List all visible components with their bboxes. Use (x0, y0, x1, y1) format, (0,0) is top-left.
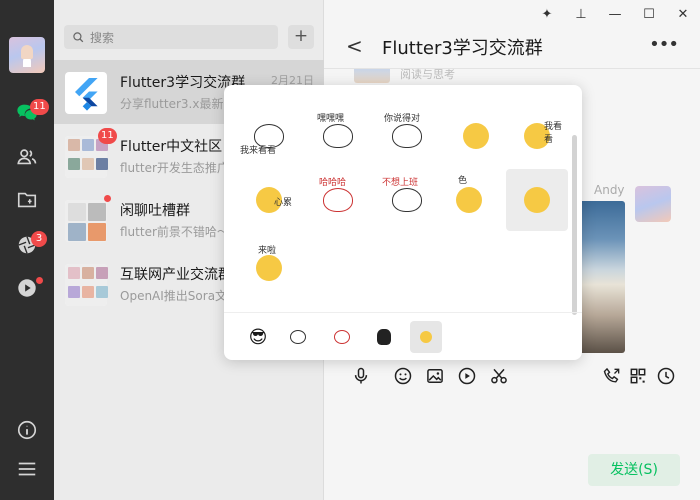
sticker-item[interactable]: 哈哈哈 (307, 169, 369, 231)
sticker-caption: 我看看 (544, 122, 563, 145)
sticker-pack-icon (334, 330, 350, 344)
sticker-face (392, 188, 422, 212)
image-icon (427, 369, 443, 383)
sticker-pack-icon (377, 329, 391, 345)
sticker-pack-tab[interactable] (326, 321, 358, 353)
window-controls: ✦ ⊥ — ☐ ✕ (530, 0, 700, 28)
sticker-caption: 色 (458, 176, 468, 186)
screenshot-button[interactable] (487, 362, 511, 390)
chat-unread-badge: 11 (30, 99, 49, 115)
sticker-pack-tab[interactable] (282, 321, 314, 353)
call-button[interactable] (600, 362, 624, 390)
add-button[interactable]: + (288, 25, 314, 49)
andy-avatar[interactable] (635, 186, 671, 222)
sticker-item[interactable]: 嘿嘿嘿 (307, 105, 369, 167)
menu-button[interactable] (15, 457, 39, 481)
hamburger-icon (18, 462, 36, 476)
sticker-face (256, 255, 282, 281)
sticker-caption: 嘿嘿嘿 (317, 114, 345, 124)
sticker-caption: 哈哈哈 (319, 178, 347, 188)
video-button[interactable] (455, 362, 479, 390)
group-avatar (65, 264, 108, 306)
sender-avatar[interactable] (354, 69, 390, 83)
sticker-pack-tab[interactable] (368, 321, 400, 353)
input-toolbar (324, 362, 700, 390)
sticker-item[interactable]: 我看看 (506, 105, 568, 167)
smiley-icon (394, 367, 412, 385)
grid-icon (630, 368, 646, 384)
search-icon (73, 31, 84, 42)
microphone-icon (354, 367, 368, 384)
video-dot (36, 277, 43, 284)
info-icon (17, 420, 37, 440)
sticker-face (323, 188, 353, 212)
sticker-picker: 我来看看 嘿嘿嘿 你说得对 我看看 心累 哈哈哈 不想上班 色 来啦 😎 (224, 85, 582, 360)
image-button[interactable] (423, 362, 447, 390)
unread-badge: 11 (98, 128, 117, 144)
message-fragment: 阅读与思考 (400, 68, 455, 81)
sticker-item[interactable] (445, 105, 507, 167)
sender-name: Andy (594, 183, 625, 197)
sticker-face (323, 124, 353, 148)
nav-rail: 11 3 (0, 0, 54, 500)
sticker-caption: 心累 (274, 198, 293, 208)
sticker-caption: 来啦 (258, 246, 277, 256)
chat-title: Flutter3学习交流群 (382, 38, 543, 59)
user-avatar[interactable] (9, 37, 45, 73)
sticker-item-selected[interactable] (506, 169, 568, 231)
back-arrow-icon[interactable]: < (346, 34, 363, 58)
sticker-item[interactable]: 来啦 (238, 237, 300, 299)
sticker-face (524, 187, 550, 213)
pin-icon[interactable]: ⊥ (564, 0, 598, 28)
sticker-caption: 你说得对 (384, 114, 421, 124)
moments-badge: 3 (31, 231, 47, 247)
group-avatar (65, 200, 107, 242)
group-avatar-grid (65, 200, 107, 242)
sticker-caption: 不想上班 (382, 178, 419, 188)
history-button[interactable] (654, 362, 678, 390)
sticker-item[interactable]: 色 (438, 169, 500, 231)
sticker-pack-icon (290, 330, 306, 344)
tabs-divider (224, 312, 582, 313)
sticker-pack-icon (420, 331, 432, 343)
sticker-pack-tab-active[interactable] (410, 321, 442, 353)
info-button[interactable] (15, 418, 39, 442)
search-input[interactable]: 搜索 (64, 25, 278, 49)
sticker-item[interactable]: 你说得对 (376, 105, 438, 167)
sticker-face (456, 187, 482, 213)
clock-icon (657, 367, 675, 385)
contacts-icon (17, 149, 37, 165)
contacts-nav-button[interactable] (15, 145, 39, 169)
phone-icon (603, 367, 620, 383)
scissors-icon (491, 368, 507, 384)
folder-icon (17, 192, 37, 208)
group-avatar-grid (65, 264, 108, 306)
more-icon[interactable]: ••• (649, 34, 679, 55)
search-placeholder: 搜索 (90, 30, 115, 45)
sticker-scrollbar[interactable] (572, 135, 577, 315)
unread-dot (104, 195, 111, 202)
apps-button[interactable] (626, 362, 650, 390)
flutter-logo-avatar (65, 72, 107, 114)
maximize-button[interactable]: ☐ (632, 0, 666, 28)
sticker-face (463, 123, 489, 149)
sticker-item[interactable]: 不想上班 (376, 169, 438, 231)
play-icon (458, 367, 476, 385)
sunglasses-emoji-tab[interactable]: 😎 (242, 321, 274, 353)
send-button[interactable]: 发送(S) (588, 454, 680, 486)
play-circle-icon (18, 279, 36, 297)
close-button[interactable]: ✕ (666, 0, 700, 28)
voice-button[interactable] (349, 362, 373, 390)
sticker-item[interactable]: 我来看看 (238, 105, 300, 167)
emoji-button[interactable] (391, 362, 415, 390)
sticker-face (392, 124, 422, 148)
magic-wand-icon[interactable]: ✦ (530, 0, 564, 28)
sticker-caption: 我来看看 (240, 146, 277, 156)
minimize-button[interactable]: — (598, 0, 632, 28)
files-nav-button[interactable] (15, 188, 39, 212)
flutter-logo-icon (75, 78, 98, 111)
sticker-item[interactable]: 心累 (238, 169, 300, 231)
